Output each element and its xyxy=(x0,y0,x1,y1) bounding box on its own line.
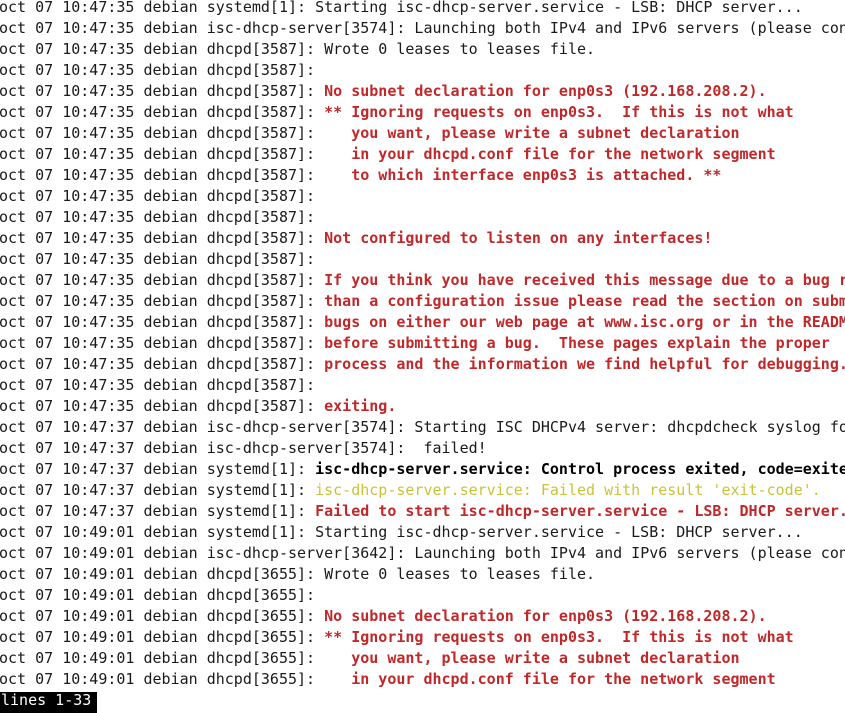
log-line: oct 07 10:47:35 debian dhcpd[3587]: to w… xyxy=(0,165,845,186)
log-line-prefix: oct 07 10:47:35 debian dhcpd[3587]: xyxy=(0,313,325,331)
log-line-prefix: oct 07 10:47:35 debian dhcpd[3587]: xyxy=(0,250,325,268)
log-line-prefix: oct 07 10:47:37 debian systemd[1]: xyxy=(0,481,316,499)
log-line: oct 07 10:47:37 debian systemd[1]: isc-d… xyxy=(0,480,845,501)
log-line: oct 07 10:47:35 debian dhcpd[3587]: xyxy=(0,186,845,207)
log-line-message: failed! xyxy=(414,439,487,457)
log-line-prefix: oct 07 10:49:01 debian dhcpd[3655]: xyxy=(0,565,325,583)
log-line-prefix: oct 07 10:49:01 debian isc-dhcp-server[3… xyxy=(0,544,415,562)
log-line: oct 07 10:47:35 debian dhcpd[3587]: If y… xyxy=(0,270,845,291)
log-line-message: in your dhcpd.conf file for the network … xyxy=(324,145,776,163)
log-line-message: in your dhcpd.conf file for the network … xyxy=(324,670,776,688)
log-line-message: isc-dhcp-server.service: Failed with res… xyxy=(315,481,821,499)
log-line-prefix: oct 07 10:47:35 debian dhcpd[3587]: xyxy=(0,145,325,163)
log-line: oct 07 10:47:35 debian dhcpd[3587]: Not … xyxy=(0,228,845,249)
log-line-prefix: oct 07 10:47:35 debian isc-dhcp-server[3… xyxy=(0,19,415,37)
log-line: oct 07 10:47:35 debian dhcpd[3587]: than… xyxy=(0,291,845,312)
log-line-prefix: oct 07 10:47:35 debian dhcpd[3587]: xyxy=(0,397,325,415)
log-line-message: Wrote 0 leases to leases file. xyxy=(324,565,596,583)
log-line-prefix: oct 07 10:47:35 debian dhcpd[3587]: xyxy=(0,208,325,226)
log-line-prefix: oct 07 10:47:35 debian dhcpd[3587]: xyxy=(0,187,325,205)
log-line: oct 07 10:49:01 debian dhcpd[3655]: No s… xyxy=(0,606,845,627)
log-line: oct 07 10:49:01 debian systemd[1]: Start… xyxy=(0,522,845,543)
log-line-prefix: oct 07 10:47:35 debian dhcpd[3587]: xyxy=(0,355,325,373)
log-line-prefix: oct 07 10:47:35 debian dhcpd[3587]: xyxy=(0,166,325,184)
log-line-prefix: oct 07 10:49:01 debian dhcpd[3655]: xyxy=(0,586,325,604)
log-line-prefix: oct 07 10:47:35 debian dhcpd[3587]: xyxy=(0,334,325,352)
log-line: oct 07 10:49:01 debian dhcpd[3655]: Wrot… xyxy=(0,564,845,585)
log-line-message: you want, please write a subnet declarat… xyxy=(324,124,740,142)
log-line-message: ** Ignoring requests on enp0s3. If this … xyxy=(324,628,794,646)
log-line-message: No subnet declaration for enp0s3 (192.16… xyxy=(324,82,767,100)
log-line: oct 07 10:47:35 debian dhcpd[3587]: No s… xyxy=(0,81,845,102)
log-line: oct 07 10:47:35 debian dhcpd[3587]: bugs… xyxy=(0,312,845,333)
log-line: oct 07 10:47:37 debian isc-dhcp-server[3… xyxy=(0,438,845,459)
log-line-prefix: oct 07 10:49:01 debian dhcpd[3655]: xyxy=(0,607,325,625)
log-line-prefix: oct 07 10:47:35 debian dhcpd[3587]: xyxy=(0,40,325,58)
log-line-prefix: oct 07 10:47:35 debian dhcpd[3587]: xyxy=(0,292,325,310)
log-line: oct 07 10:49:01 debian dhcpd[3655]: xyxy=(0,585,845,606)
log-line-message: Starting ISC DHCPv4 server: dhcpdcheck s… xyxy=(414,418,845,436)
log-line-prefix: oct 07 10:47:35 debian dhcpd[3587]: xyxy=(0,82,325,100)
log-line: oct 07 10:47:37 debian systemd[1]: Faile… xyxy=(0,501,845,522)
log-line: oct 07 10:49:01 debian dhcpd[3655]: you … xyxy=(0,648,845,669)
log-line-message: isc-dhcp-server.service: Control process… xyxy=(315,460,845,478)
log-line: oct 07 10:47:35 debian dhcpd[3587]: ** I… xyxy=(0,102,845,123)
log-line: oct 07 10:49:01 debian isc-dhcp-server[3… xyxy=(0,543,845,564)
log-line-message: If you think you have received this mess… xyxy=(324,271,845,289)
log-line: oct 07 10:49:01 debian dhcpd[3655]: ** I… xyxy=(0,627,845,648)
terminal-output: oct 07 10:47:35 debian systemd[1]: Start… xyxy=(0,0,845,690)
log-line-prefix: oct 07 10:49:01 debian dhcpd[3655]: xyxy=(0,628,325,646)
log-line-message: Wrote 0 leases to leases file. xyxy=(324,40,596,58)
log-line-message: you want, please write a subnet declarat… xyxy=(324,649,740,667)
log-line: oct 07 10:47:35 debian dhcpd[3587]: proc… xyxy=(0,354,845,375)
log-line-message: Not configured to listen on any interfac… xyxy=(324,229,713,247)
log-line: oct 07 10:47:35 debian dhcpd[3587]: xyxy=(0,375,845,396)
pager-status-line: lines 1-33 xyxy=(0,692,98,713)
log-line-prefix: oct 07 10:47:35 debian systemd[1]: xyxy=(0,0,316,16)
log-line-message: Failed to start isc-dhcp-server.service … xyxy=(315,502,845,520)
log-line-prefix: oct 07 10:47:35 debian dhcpd[3587]: xyxy=(0,103,325,121)
log-line-prefix: oct 07 10:47:37 debian isc-dhcp-server[3… xyxy=(0,418,415,436)
log-line-message: before submitting a bug. These pages exp… xyxy=(324,334,830,352)
log-line-prefix: oct 07 10:47:37 debian isc-dhcp-server[3… xyxy=(0,439,415,457)
log-line-prefix: oct 07 10:49:01 debian dhcpd[3655]: xyxy=(0,670,325,688)
log-line: oct 07 10:47:37 debian isc-dhcp-server[3… xyxy=(0,417,845,438)
log-line-message: No subnet declaration for enp0s3 (192.16… xyxy=(324,607,767,625)
log-line-prefix: oct 07 10:49:01 debian dhcpd[3655]: xyxy=(0,649,325,667)
log-line: oct 07 10:47:35 debian dhcpd[3587]: Wrot… xyxy=(0,39,845,60)
log-line-message: Launching both IPv4 and IPv6 servers (pl… xyxy=(414,19,845,37)
log-line-prefix: oct 07 10:49:01 debian systemd[1]: xyxy=(0,523,316,541)
log-line: oct 07 10:49:01 debian dhcpd[3655]: in y… xyxy=(0,669,845,690)
log-line-message: Launching both IPv4 and IPv6 servers (pl… xyxy=(414,544,845,562)
log-line-message: exiting. xyxy=(324,397,397,415)
log-line: oct 07 10:47:37 debian systemd[1]: isc-d… xyxy=(0,459,845,480)
log-line-message: Starting isc-dhcp-server.service - LSB: … xyxy=(315,0,803,16)
log-line-prefix: oct 07 10:47:37 debian systemd[1]: xyxy=(0,502,316,520)
log-line-prefix: oct 07 10:47:37 debian systemd[1]: xyxy=(0,460,316,478)
log-line-message: Starting isc-dhcp-server.service - LSB: … xyxy=(315,523,803,541)
log-line: oct 07 10:47:35 debian isc-dhcp-server[3… xyxy=(0,18,845,39)
log-line: oct 07 10:47:35 debian dhcpd[3587]: xyxy=(0,207,845,228)
log-line-prefix: oct 07 10:47:35 debian dhcpd[3587]: xyxy=(0,271,325,289)
log-line: oct 07 10:47:35 debian dhcpd[3587]: befo… xyxy=(0,333,845,354)
log-line: oct 07 10:47:35 debian dhcpd[3587]: you … xyxy=(0,123,845,144)
log-line: oct 07 10:47:35 debian dhcpd[3587]: exit… xyxy=(0,396,845,417)
log-line: oct 07 10:47:35 debian dhcpd[3587]: xyxy=(0,249,845,270)
log-line-prefix: oct 07 10:47:35 debian dhcpd[3587]: xyxy=(0,376,325,394)
log-line-message: than a configuration issue please read t… xyxy=(324,292,845,310)
log-line: oct 07 10:47:35 debian systemd[1]: Start… xyxy=(0,0,845,18)
log-line-message: to which interface enp0s3 is attached. *… xyxy=(324,166,722,184)
log-line-prefix: oct 07 10:47:35 debian dhcpd[3587]: xyxy=(0,124,325,142)
log-line-prefix: oct 07 10:47:35 debian dhcpd[3587]: xyxy=(0,61,325,79)
log-line: oct 07 10:47:35 debian dhcpd[3587]: xyxy=(0,60,845,81)
log-line-prefix: oct 07 10:47:35 debian dhcpd[3587]: xyxy=(0,229,325,247)
log-line: oct 07 10:47:35 debian dhcpd[3587]: in y… xyxy=(0,144,845,165)
log-line-message: bugs on either our web page at www.isc.o… xyxy=(324,313,845,331)
log-line-message: ** Ignoring requests on enp0s3. If this … xyxy=(324,103,794,121)
log-line-message: process and the information we find help… xyxy=(324,355,845,373)
